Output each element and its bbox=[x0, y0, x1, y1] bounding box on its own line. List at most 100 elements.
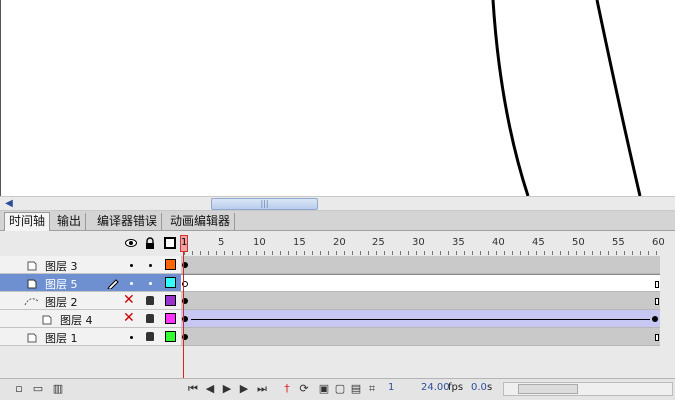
elapsed-time-value[interactable]: 0.0 bbox=[471, 382, 487, 393]
visibility-dot[interactable] bbox=[130, 264, 133, 267]
tab-motion-editor[interactable]: 动画编辑器 bbox=[166, 213, 236, 231]
ruler-tick bbox=[424, 251, 425, 255]
ruler-tick bbox=[584, 251, 585, 255]
new-folder-icon[interactable]: ▭ bbox=[32, 383, 44, 395]
edit-multiple-frames-icon[interactable]: ▤ bbox=[350, 383, 362, 395]
ruler-tick bbox=[368, 251, 369, 255]
outline-color-swatch[interactable] bbox=[165, 259, 176, 270]
ruler-tick bbox=[544, 251, 545, 255]
outline-color-swatch[interactable] bbox=[165, 295, 176, 306]
stage-horizontal-scrollbar[interactable]: ◀ ||| bbox=[0, 196, 675, 211]
ruler-tick bbox=[656, 251, 657, 255]
step-back-icon[interactable]: ◀ bbox=[204, 383, 216, 395]
lock-dot[interactable] bbox=[149, 264, 152, 267]
hidden-x-icon[interactable]: ✕ bbox=[123, 293, 135, 307]
ruler-tick bbox=[224, 251, 225, 255]
layer-row-2[interactable]: 图层 2 ✕ bbox=[0, 292, 181, 310]
locked-icon[interactable] bbox=[146, 314, 154, 323]
layer-name[interactable]: 图层 1 bbox=[45, 330, 78, 346]
fps-value[interactable]: 24.00 bbox=[421, 382, 450, 393]
ruler-label: 40 bbox=[492, 237, 505, 248]
end-keyframe[interactable] bbox=[652, 316, 658, 322]
ruler-tick bbox=[336, 251, 337, 255]
layer-row-1[interactable]: 图层 1 bbox=[0, 328, 181, 346]
ruler-label: 45 bbox=[532, 237, 545, 248]
timeline-horizontal-scrollbar[interactable] bbox=[503, 382, 673, 396]
outline-color-swatch[interactable] bbox=[165, 331, 176, 342]
locked-icon[interactable] bbox=[146, 332, 154, 341]
locked-icon[interactable] bbox=[146, 296, 154, 305]
ruler-tick bbox=[616, 251, 617, 255]
ruler-tick bbox=[592, 251, 593, 255]
ruler-tick bbox=[352, 251, 353, 255]
ruler-tick bbox=[528, 251, 529, 255]
ruler-tick bbox=[408, 251, 409, 255]
layer-icon bbox=[42, 315, 52, 325]
visibility-dot[interactable] bbox=[130, 282, 133, 285]
frame-ruler[interactable]: 5 10 15 20 25 30 35 40 45 50 55 60 bbox=[181, 235, 675, 255]
first-frame-icon[interactable]: ⏮ bbox=[187, 383, 199, 395]
last-frame-icon[interactable]: ⏭ bbox=[256, 383, 268, 395]
step-forward-icon[interactable]: ▶ bbox=[238, 383, 250, 395]
center-frame-icon[interactable]: † bbox=[281, 383, 293, 395]
ruler-tick bbox=[576, 251, 577, 255]
ruler-tick bbox=[600, 251, 601, 255]
layer-name[interactable]: 图层 5 bbox=[45, 276, 78, 292]
onion-skin-icon[interactable]: ▣ bbox=[318, 383, 330, 395]
ruler-tick bbox=[536, 251, 537, 255]
ruler-tick bbox=[552, 251, 553, 255]
ruler-tick bbox=[384, 251, 385, 255]
tab-compiler-errors[interactable]: 编译器错误 bbox=[93, 213, 163, 231]
pencil-icon bbox=[107, 279, 119, 289]
stage[interactable] bbox=[0, 0, 675, 196]
eye-icon[interactable] bbox=[125, 237, 137, 249]
tab-timeline[interactable]: 时间轴 bbox=[4, 212, 51, 232]
onion-outline-icon[interactable]: ▢ bbox=[334, 383, 346, 395]
ruler-tick bbox=[296, 251, 297, 255]
loop-icon[interactable]: ⟳ bbox=[298, 383, 310, 395]
ruler-tick bbox=[608, 251, 609, 255]
lock-dot[interactable] bbox=[149, 282, 152, 285]
ruler-tick bbox=[344, 251, 345, 255]
hidden-x-icon[interactable]: ✕ bbox=[123, 311, 135, 325]
ruler-tick bbox=[480, 251, 481, 255]
frame-row-layer-1[interactable] bbox=[181, 328, 660, 346]
modify-markers-icon[interactable]: ⌗ bbox=[366, 383, 378, 395]
ruler-tick bbox=[400, 251, 401, 255]
ruler-tick bbox=[320, 251, 321, 255]
layer-name[interactable]: 图层 4 bbox=[60, 312, 93, 328]
new-layer-icon[interactable]: ▫ bbox=[13, 383, 25, 395]
tab-output[interactable]: 输出 bbox=[53, 213, 87, 231]
frame-row-layer-3[interactable] bbox=[181, 256, 660, 274]
layer-name[interactable]: 图层 2 bbox=[45, 294, 78, 310]
layer-row-5[interactable]: 图层 5 bbox=[0, 274, 181, 292]
lock-icon[interactable] bbox=[144, 237, 156, 249]
outline-icon[interactable] bbox=[164, 237, 176, 249]
layer-row-3[interactable]: 图层 3 bbox=[0, 256, 181, 274]
playhead[interactable]: 1 bbox=[180, 235, 188, 252]
ruler-tick bbox=[256, 251, 257, 255]
ruler-tick bbox=[304, 251, 305, 255]
layer-row-4[interactable]: 图层 4 ✕ bbox=[0, 310, 181, 328]
frame-row-layer-5[interactable] bbox=[181, 274, 660, 292]
scroll-left-arrow-icon[interactable]: ◀ bbox=[2, 198, 16, 210]
frame-row-layer-2[interactable] bbox=[181, 292, 660, 310]
ruler-tick bbox=[488, 251, 489, 255]
frame-end-marker bbox=[655, 298, 659, 305]
layer-name[interactable]: 图层 3 bbox=[45, 258, 78, 274]
frame-end-marker bbox=[655, 334, 659, 341]
trash-icon[interactable]: ▥ bbox=[52, 383, 64, 395]
time-unit: s bbox=[487, 382, 493, 393]
ruler-tick bbox=[504, 251, 505, 255]
scrollbar-thumb[interactable] bbox=[518, 384, 578, 394]
current-frame-value[interactable]: 1 bbox=[388, 382, 394, 393]
play-icon[interactable]: ▶ bbox=[221, 383, 233, 395]
visibility-dot[interactable] bbox=[130, 336, 133, 339]
ruler-tick bbox=[200, 251, 201, 255]
outline-color-swatch[interactable] bbox=[165, 277, 176, 288]
ruler-tick bbox=[240, 251, 241, 255]
outline-color-swatch[interactable] bbox=[165, 313, 176, 324]
frame-row-layer-4[interactable] bbox=[181, 310, 660, 328]
ruler-label: 10 bbox=[253, 237, 266, 248]
scrollbar-thumb[interactable]: ||| bbox=[211, 198, 318, 210]
